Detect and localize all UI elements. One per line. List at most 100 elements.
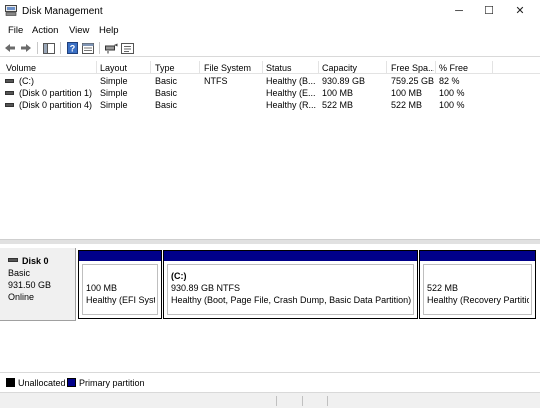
- disk-management-icon: [5, 5, 17, 16]
- column-header-free-space[interactable]: Free Spa...: [391, 63, 434, 74]
- drive-icon: [5, 91, 14, 95]
- column-divider[interactable]: [435, 61, 436, 74]
- column-divider[interactable]: [199, 61, 200, 74]
- column-divider[interactable]: [318, 61, 319, 74]
- menu-bar: File Action View Help: [0, 22, 540, 38]
- column-divider[interactable]: [150, 61, 151, 74]
- partition-c[interactable]: (C:) 930.89 GB NTFS Healthy (Boot, Page …: [163, 250, 418, 319]
- disk-icon: [8, 258, 18, 262]
- help-icon[interactable]: ?: [65, 41, 79, 55]
- partition-body: 522 MB Healthy (Recovery Partition): [423, 264, 532, 315]
- toolbar-separator: [37, 42, 38, 54]
- column-divider[interactable]: [96, 61, 97, 74]
- window-title: Disk Management: [22, 6, 103, 17]
- unallocated-swatch: [6, 378, 15, 387]
- status-bar: [0, 392, 540, 408]
- column-header-layout[interactable]: Layout: [100, 63, 148, 74]
- partition-efi[interactable]: 100 MB Healthy (EFI System: [78, 250, 162, 319]
- cell-percent-free: 82 %: [439, 76, 460, 86]
- cell-volume: (Disk 0 partition 4): [19, 100, 93, 110]
- partition-recovery[interactable]: 522 MB Healthy (Recovery Partition): [419, 250, 536, 319]
- toolbar: ?: [0, 39, 540, 57]
- forward-icon[interactable]: [19, 41, 33, 55]
- partition-size: 100 MB: [86, 283, 118, 293]
- partition-body: 100 MB Healthy (EFI System: [82, 264, 158, 315]
- table-row[interactable]: (Disk 0 partition 1) Simple Basic Health…: [0, 87, 540, 99]
- back-icon[interactable]: [3, 41, 17, 55]
- column-header-capacity[interactable]: Capacity: [322, 63, 384, 74]
- cell-capacity: 930.89 GB: [322, 76, 366, 86]
- cell-capacity: 522 MB: [322, 100, 354, 110]
- toolbar-separator: [60, 42, 61, 54]
- column-divider[interactable]: [386, 61, 387, 74]
- cell-type: Basic: [155, 88, 178, 98]
- status-bar-divider: [327, 396, 328, 406]
- title-bar: Disk Management ─ ☐ ✕: [0, 0, 540, 22]
- cell-status: Healthy (E...: [266, 88, 316, 98]
- column-header-status[interactable]: Status: [266, 63, 316, 74]
- volume-list: Volume Layout Type File System Status Ca…: [0, 61, 540, 239]
- menu-file[interactable]: File: [8, 25, 23, 36]
- table-row[interactable]: (Disk 0 partition 4) Simple Basic Health…: [0, 99, 540, 111]
- legend-primary-partition: Primary partition: [79, 378, 145, 388]
- column-header-percent-free[interactable]: % Free: [439, 63, 489, 74]
- cell-status: Healthy (R...: [266, 100, 316, 110]
- drive-icon: [5, 103, 14, 107]
- cell-type: Basic: [155, 100, 178, 110]
- cell-percent-free: 100 %: [439, 100, 465, 110]
- column-header-type[interactable]: Type: [155, 63, 198, 74]
- primary-partition-bar: [420, 251, 535, 261]
- column-divider[interactable]: [492, 61, 493, 74]
- menu-action[interactable]: Action: [32, 25, 58, 36]
- minimize-button[interactable]: ─: [444, 0, 474, 22]
- cell-type: Basic: [155, 76, 178, 86]
- cell-free-space: 759.25 GB: [391, 76, 434, 86]
- partition-status: Healthy (EFI System: [86, 295, 155, 305]
- cell-file-system: NTFS: [204, 76, 228, 86]
- legend: Unallocated Primary partition: [0, 372, 540, 390]
- menu-view[interactable]: View: [69, 25, 89, 36]
- volume-list-header: Volume Layout Type File System Status Ca…: [0, 61, 540, 74]
- cell-free-space: 522 MB: [391, 100, 423, 110]
- cell-status: Healthy (B...: [266, 76, 316, 86]
- cell-percent-free: 100 %: [439, 88, 465, 98]
- cell-free-space: 100 MB: [391, 88, 423, 98]
- disk-graphical-view: Disk 0 Basic 931.50 GB Online 100 MB Hea…: [0, 244, 540, 368]
- status-bar-divider: [276, 396, 277, 406]
- status-bar-divider: [302, 396, 303, 406]
- table-row[interactable]: (C:) Simple Basic NTFS Healthy (B... 930…: [0, 75, 540, 87]
- properties-icon[interactable]: [81, 41, 95, 55]
- column-header-file-system[interactable]: File System: [204, 63, 260, 74]
- svg-text:?: ?: [69, 44, 75, 54]
- disk-type: Basic: [8, 268, 31, 278]
- partition-size: 930.89 GB NTFS: [171, 283, 241, 293]
- disk-size: 931.50 GB: [8, 280, 52, 290]
- cell-layout: Simple: [100, 88, 128, 98]
- maximize-button[interactable]: ☐: [474, 0, 504, 22]
- cell-volume: (C:): [19, 76, 34, 86]
- close-button[interactable]: ✕: [505, 0, 535, 22]
- primary-partition-swatch: [67, 378, 76, 387]
- primary-partition-bar: [79, 251, 161, 261]
- cell-layout: Simple: [100, 100, 128, 110]
- partition-size: 522 MB: [427, 283, 459, 293]
- cell-volume: (Disk 0 partition 1): [19, 88, 93, 98]
- menu-help[interactable]: Help: [99, 25, 119, 36]
- disk-state: Online: [8, 292, 35, 302]
- primary-partition-bar: [164, 251, 417, 261]
- partition-body: (C:) 930.89 GB NTFS Healthy (Boot, Page …: [167, 264, 414, 315]
- partition-status: Healthy (Recovery Partition): [427, 295, 529, 305]
- disk-info-panel[interactable]: Disk 0 Basic 931.50 GB Online: [0, 248, 76, 321]
- column-divider[interactable]: [262, 61, 263, 74]
- column-header-volume[interactable]: Volume: [6, 63, 94, 74]
- legend-unallocated: Unallocated: [18, 378, 66, 388]
- console-tree-icon[interactable]: [42, 41, 56, 55]
- cell-capacity: 100 MB: [322, 88, 354, 98]
- cell-layout: Simple: [100, 76, 128, 86]
- drive-icon: [5, 79, 14, 83]
- partition-label: (C:): [171, 271, 187, 281]
- partition-status: Healthy (Boot, Page File, Crash Dump, Ba…: [171, 295, 411, 305]
- settings-icon[interactable]: [120, 41, 134, 55]
- rescan-icon[interactable]: [104, 41, 118, 55]
- disk-name: Disk 0: [22, 256, 49, 266]
